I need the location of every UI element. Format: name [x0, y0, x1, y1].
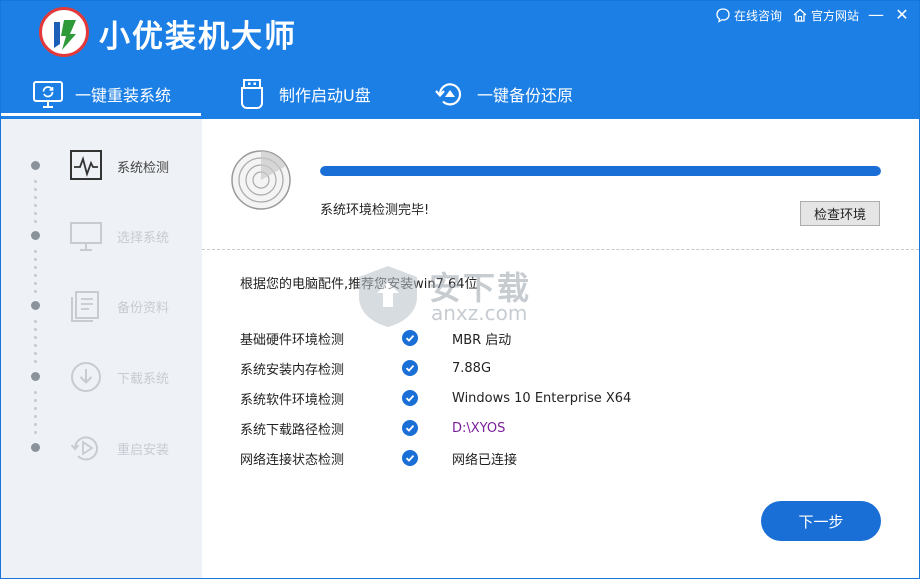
check-value: D:\XYOS [452, 420, 506, 436]
check-row: 系统安装内存检测 7.88G [240, 357, 840, 379]
step-system-check: 系统检测 [69, 146, 169, 186]
minimize-button[interactable]: — [865, 3, 887, 25]
official-site-label: 官方网站 [810, 8, 859, 23]
check-label: 系统下载路径检测 [240, 422, 345, 438]
app-logo [39, 7, 89, 57]
step-download-system: 下载系统 [69, 357, 169, 397]
check-row: 系统软件环境检测 Windows 10 Enterprise X64 [240, 387, 840, 409]
check-value: Windows 10 Enterprise X64 [452, 390, 632, 406]
checkmark-icon [402, 420, 418, 436]
check-value: 网络已连接 [452, 452, 518, 468]
watermark: 安下载 anxz.com [353, 263, 573, 333]
tab-backup-restore-label: 一键备份还原 [477, 86, 574, 105]
checkmark-icon [402, 390, 418, 406]
monitor-icon [70, 222, 102, 251]
timeline-connector [34, 391, 37, 439]
document-icon [71, 291, 99, 322]
app-window: 小优装机大师 在线咨询 官方网站 — ✕ 一键重装系统 制作启动U盘 一键备份还… [0, 0, 920, 579]
header-bar: 小优装机大师 在线咨询 官方网站 — ✕ 一键重装系统 制作启动U盘 一键备份还… [1, 1, 919, 119]
step-restart-install-label: 重启安装 [117, 442, 170, 458]
tab-backup-restore[interactable]: 一键备份还原 [433, 69, 573, 119]
active-tab-indicator [1, 113, 201, 116]
check-environment-button[interactable]: 检查环境 [800, 201, 880, 226]
step-restart-install: 重启安装 [69, 428, 169, 468]
main-panel: 系统环境检测完毕! 检查环境 根据您的电脑配件,推荐您安装win7 64位 基础… [202, 119, 919, 578]
top-links: 在线咨询 官方网站 [715, 5, 859, 25]
checkmark-icon [402, 360, 418, 376]
step-select-system: 选择系统 [69, 216, 169, 256]
check-row: 网络连接状态检测 网络已连接 [240, 447, 840, 469]
timeline-dot-1 [31, 161, 40, 170]
radar-scan-icon [231, 150, 291, 210]
timeline-connector [34, 180, 37, 228]
timeline-dot-3 [31, 301, 40, 310]
next-step-button[interactable]: 下一步 [761, 501, 881, 541]
logo-mark-icon [54, 20, 76, 50]
official-site-link[interactable]: 官方网站 [792, 5, 859, 25]
timeline-dot-4 [31, 372, 40, 381]
tab-make-usb-boot-label: 制作启动U盘 [279, 86, 371, 105]
tab-one-click-reinstall-label: 一键重装系统 [75, 86, 172, 105]
step-backup-data: 备份资料 [69, 286, 169, 326]
chat-icon [716, 8, 730, 23]
step-sidebar: 系统检测 选择系统 备份资料 下载系统 重启安装 [1, 119, 202, 578]
timeline-connector [34, 250, 37, 298]
detection-progress-fill [320, 166, 881, 176]
timeline-connector [34, 320, 37, 368]
tab-one-click-reinstall[interactable]: 一键重装系统 [31, 69, 171, 119]
step-select-system-label: 选择系统 [117, 230, 170, 246]
pulse-monitor-icon [70, 150, 102, 180]
usb-icon [241, 79, 263, 109]
step-download-system-label: 下载系统 [117, 371, 170, 387]
step-system-check-label: 系统检测 [117, 160, 170, 176]
timeline-dot-2 [31, 231, 40, 240]
detection-status-text: 系统环境检测完毕! [320, 203, 430, 218]
watermark-shield-icon [359, 266, 417, 327]
detection-progress-bar [320, 166, 881, 176]
home-icon [793, 8, 807, 22]
monitor-refresh-icon [33, 81, 63, 108]
checkmark-icon [402, 450, 418, 466]
close-button[interactable]: ✕ [891, 3, 913, 25]
watermark-text-en: anxz.com [431, 301, 528, 325]
restore-icon [435, 83, 462, 106]
section-divider [202, 249, 919, 250]
check-label: 系统安装内存检测 [240, 362, 345, 378]
online-consult-link[interactable]: 在线咨询 [715, 5, 782, 25]
app-title: 小优装机大师 [99, 19, 297, 55]
timeline-dot-5 [31, 443, 40, 452]
online-consult-label: 在线咨询 [733, 8, 782, 23]
step-backup-data-label: 备份资料 [117, 300, 170, 316]
download-icon [71, 362, 101, 392]
main-tabs: 一键重装系统 制作启动U盘 一键备份还原 [1, 69, 919, 119]
check-label: 系统软件环境检测 [240, 392, 345, 408]
check-label: 网络连接状态检测 [240, 452, 345, 468]
tab-make-usb-boot[interactable]: 制作启动U盘 [235, 69, 371, 119]
check-value: 7.88G [452, 360, 492, 376]
check-row: 系统下载路径检测 D:\XYOS [240, 417, 840, 439]
restart-icon [70, 436, 98, 461]
